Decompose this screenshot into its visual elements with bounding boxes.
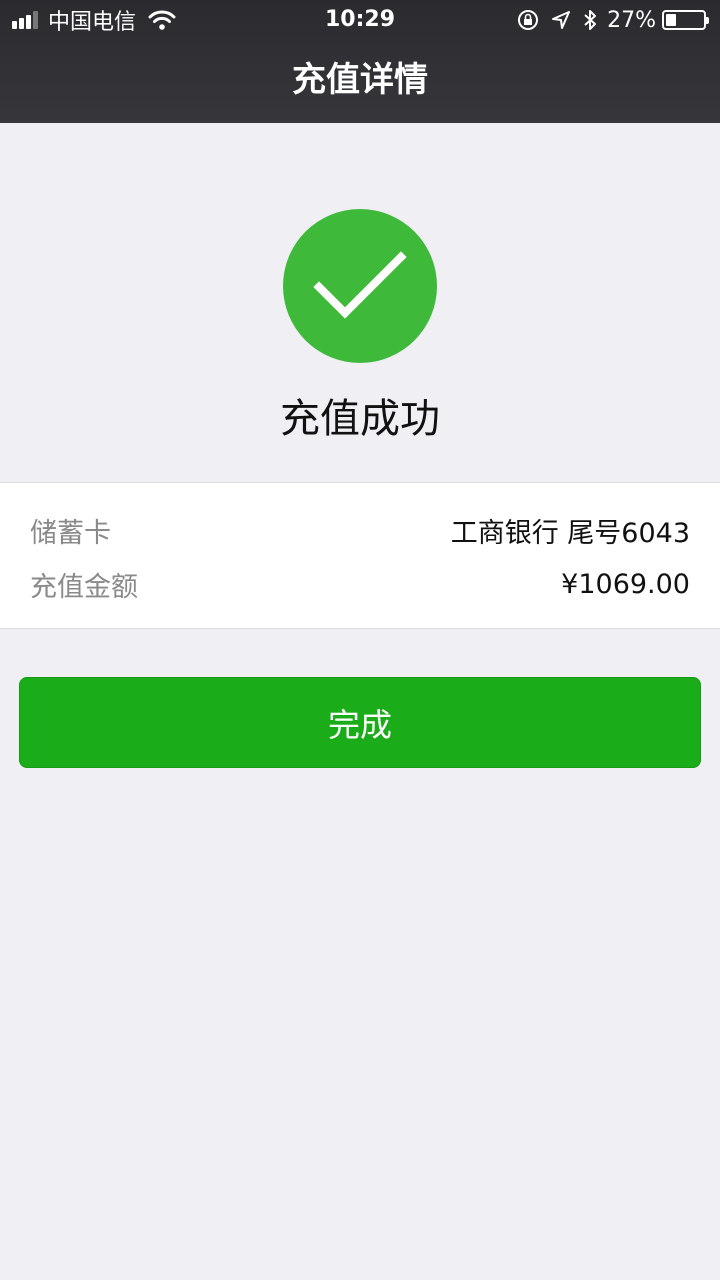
status-bar: 中国电信 10:29 27% [0,0,720,40]
check-icon [313,251,407,319]
detail-value: 工商银行 尾号6043 [450,517,690,549]
success-message: 充值成功 [280,396,440,442]
details-card: 储蓄卡 工商银行 尾号6043 充值金额 ¥1069.00 [0,482,720,629]
detail-row-card: 储蓄卡 工商银行 尾号6043 [30,510,690,550]
detail-label: 储蓄卡 [30,517,111,549]
battery-level [666,14,676,26]
done-button[interactable]: 完成 [19,677,701,768]
success-badge [283,209,437,363]
detail-row-amount: 充值金额 ¥1069.00 [30,564,690,604]
detail-value: ¥1069.00 [561,568,690,600]
detail-label: 充值金额 [30,571,138,603]
header: 中国电信 10:29 27% 充值详情 [0,0,720,123]
page-title: 充值详情 [292,60,428,100]
rotation-lock-icon [518,10,539,30]
location-icon [552,11,571,29]
bluetooth-icon [584,10,597,30]
battery-icon [662,10,709,30]
battery-percent: 27% [607,7,656,33]
